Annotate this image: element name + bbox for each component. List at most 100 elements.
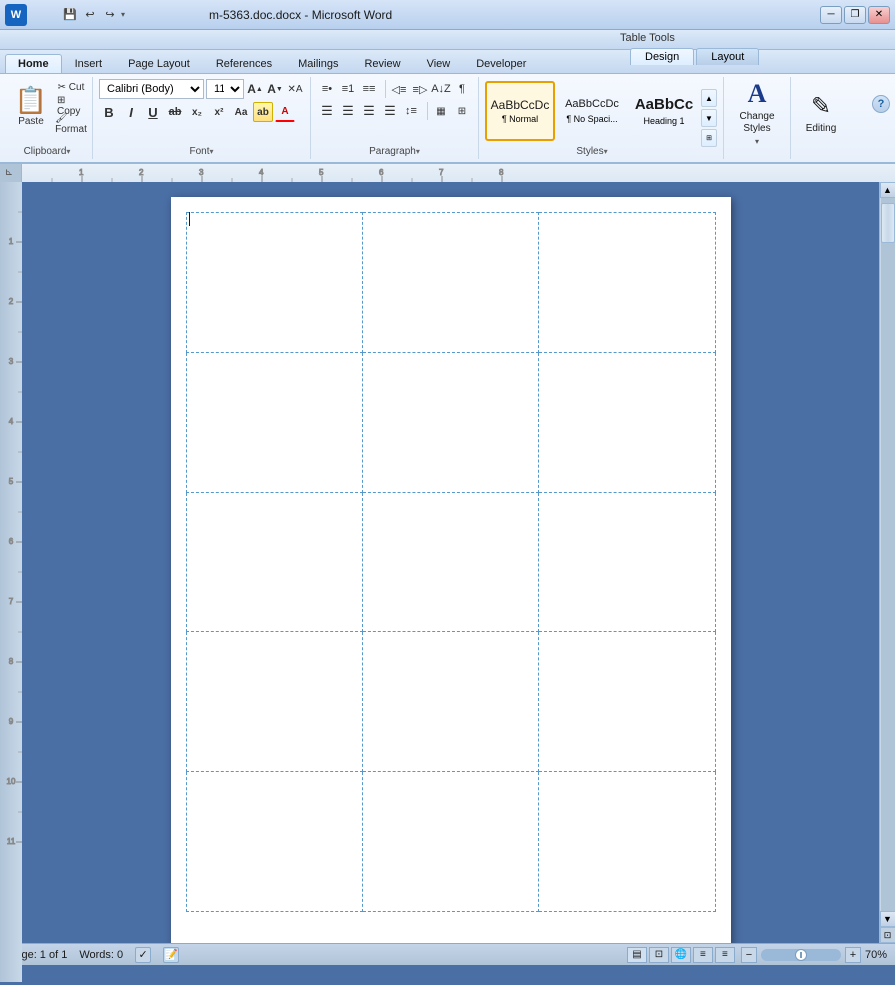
paragraph-expand[interactable]: ▾ — [416, 147, 420, 156]
ruler-toggle[interactable]: ⊾ — [1, 165, 17, 181]
format-painter-button[interactable]: 🖌 Format — [56, 115, 86, 132]
scroll-thumb[interactable] — [881, 203, 895, 243]
tab-mailings[interactable]: Mailings — [285, 54, 351, 73]
shrink-font-button[interactable]: A▼ — [266, 80, 284, 98]
text-highlight-button[interactable]: ab — [253, 102, 273, 122]
undo-button[interactable]: ↩ — [81, 6, 99, 24]
table-cell[interactable] — [186, 492, 362, 632]
numbering-button[interactable]: ≡1 — [338, 79, 358, 99]
clipboard-expand[interactable]: ▾ — [66, 147, 70, 156]
font-name-select[interactable]: Calibri (Body) — [99, 79, 204, 99]
table-cell[interactable] — [186, 632, 362, 772]
svg-text:11: 11 — [7, 837, 16, 846]
sort-button[interactable]: A↓Z — [431, 79, 451, 99]
outline-button[interactable]: ≡ — [693, 947, 713, 963]
tab-review[interactable]: Review — [351, 54, 413, 73]
paragraph-group-label: Paragraph ▾ — [317, 146, 472, 157]
change-case-button[interactable]: Aa — [231, 102, 251, 122]
page-down-button[interactable]: ⊡ — [880, 927, 895, 943]
decrease-indent-button[interactable]: ◁≡ — [389, 79, 409, 99]
strikethrough-button[interactable]: ab — [165, 102, 185, 122]
save-button[interactable]: 💾 — [61, 6, 79, 24]
font-color-button[interactable]: A — [275, 102, 295, 122]
borders-button[interactable]: ⊞ — [452, 101, 472, 121]
tab-insert[interactable]: Insert — [62, 54, 116, 73]
style-heading1[interactable]: AaBbCc Heading 1 — [629, 81, 699, 141]
left-ruler: 1 2 3 4 5 6 7 8 9 10 11 — [0, 182, 22, 943]
scroll-up-button[interactable]: ▲ — [880, 182, 895, 198]
style-normal[interactable]: AaBbCcDc ¶ Normal — [485, 81, 555, 141]
table-cell[interactable] — [186, 213, 362, 353]
quick-access-dropdown[interactable]: ▾ — [121, 10, 125, 19]
table-cell[interactable] — [186, 772, 362, 912]
document-page[interactable] — [171, 197, 731, 943]
tab-home[interactable]: Home — [5, 54, 62, 73]
align-left-button[interactable]: ☰ — [317, 101, 337, 121]
zoom-slider[interactable] — [761, 949, 841, 961]
print-layout-button[interactable]: ▤ — [627, 947, 647, 963]
tab-view[interactable]: View — [414, 54, 464, 73]
table-cell[interactable] — [539, 772, 715, 912]
table-cell[interactable] — [362, 492, 538, 632]
italic-button[interactable]: I — [121, 102, 141, 122]
paste-button[interactable]: 📋 Paste — [8, 79, 54, 135]
clear-formatting-button[interactable]: ✕A — [286, 80, 304, 98]
show-hide-button[interactable]: ¶ — [452, 79, 472, 99]
table-cell[interactable] — [362, 772, 538, 912]
font-expand[interactable]: ▾ — [210, 147, 214, 156]
bullets-button[interactable]: ≡• — [317, 79, 337, 99]
tab-references[interactable]: References — [203, 54, 285, 73]
table-cell[interactable] — [186, 352, 362, 492]
shading-button[interactable]: ▦ — [431, 101, 451, 121]
tab-developer[interactable]: Developer — [463, 54, 539, 73]
cut-button[interactable]: ✂ Cut — [56, 79, 86, 96]
minimize-button[interactable]: ─ — [820, 6, 842, 24]
styles-scroll-down[interactable]: ▼ — [701, 109, 717, 127]
document-table[interactable] — [186, 212, 716, 912]
draft-button[interactable]: ≡ — [715, 947, 735, 963]
line-spacing-button[interactable]: ↕≡ — [401, 101, 421, 121]
editing-button[interactable]: ✎ Editing — [797, 83, 845, 143]
font-size-select[interactable]: 11 — [206, 79, 244, 99]
center-button[interactable]: ☰ — [338, 101, 358, 121]
scroll-down-button[interactable]: ▼ — [880, 911, 895, 927]
justify-button[interactable]: ☰ — [380, 101, 400, 121]
proofing-button[interactable]: ✓ — [135, 947, 151, 963]
bold-button[interactable]: B — [99, 102, 119, 122]
close-button[interactable]: ✕ — [868, 6, 890, 24]
subscript-button[interactable]: x₂ — [187, 102, 207, 122]
table-cell[interactable] — [362, 352, 538, 492]
underline-button[interactable]: U — [143, 102, 163, 122]
superscript-button[interactable]: x² — [209, 102, 229, 122]
grow-font-button[interactable]: A▲ — [246, 80, 264, 98]
tab-page-layout[interactable]: Page Layout — [115, 54, 203, 73]
table-cell[interactable] — [539, 213, 715, 353]
change-styles-button[interactable]: A ChangeStyles ▾ — [730, 83, 784, 143]
copy-button[interactable]: ⊞ Copy — [56, 97, 86, 114]
layout-tab[interactable]: Layout — [696, 48, 759, 65]
document-scroll-area[interactable] — [22, 182, 879, 943]
zoom-out-button[interactable]: − — [741, 947, 757, 963]
design-tab[interactable]: Design — [630, 48, 694, 65]
table-cell[interactable] — [539, 632, 715, 772]
redo-button[interactable]: ↪ — [101, 6, 119, 24]
multilevel-list-button[interactable]: ≡≡ — [359, 79, 379, 99]
change-styles-group-label: . — [730, 146, 784, 157]
table-cell[interactable] — [539, 352, 715, 492]
zoom-in-button[interactable]: + — [845, 947, 861, 963]
styles-scroll-more[interactable]: ⊞ — [701, 129, 717, 147]
styles-scroll-up[interactable]: ▲ — [701, 89, 717, 107]
full-screen-button[interactable]: ⊡ — [649, 947, 669, 963]
scroll-track[interactable] — [881, 198, 895, 911]
restore-button[interactable]: ❐ — [844, 6, 866, 24]
web-layout-button[interactable]: 🌐 — [671, 947, 691, 963]
increase-indent-button[interactable]: ≡▷ — [410, 79, 430, 99]
table-cell[interactable] — [539, 492, 715, 632]
table-cell[interactable] — [362, 213, 538, 353]
align-right-button[interactable]: ☰ — [359, 101, 379, 121]
language-button[interactable]: 📝 — [163, 947, 179, 963]
table-cell[interactable] — [362, 632, 538, 772]
style-no-spacing[interactable]: AaBbCcDc ¶ No Spaci... — [557, 81, 627, 141]
styles-expand[interactable]: ▾ — [604, 147, 608, 156]
help-button[interactable]: ? — [872, 95, 890, 113]
